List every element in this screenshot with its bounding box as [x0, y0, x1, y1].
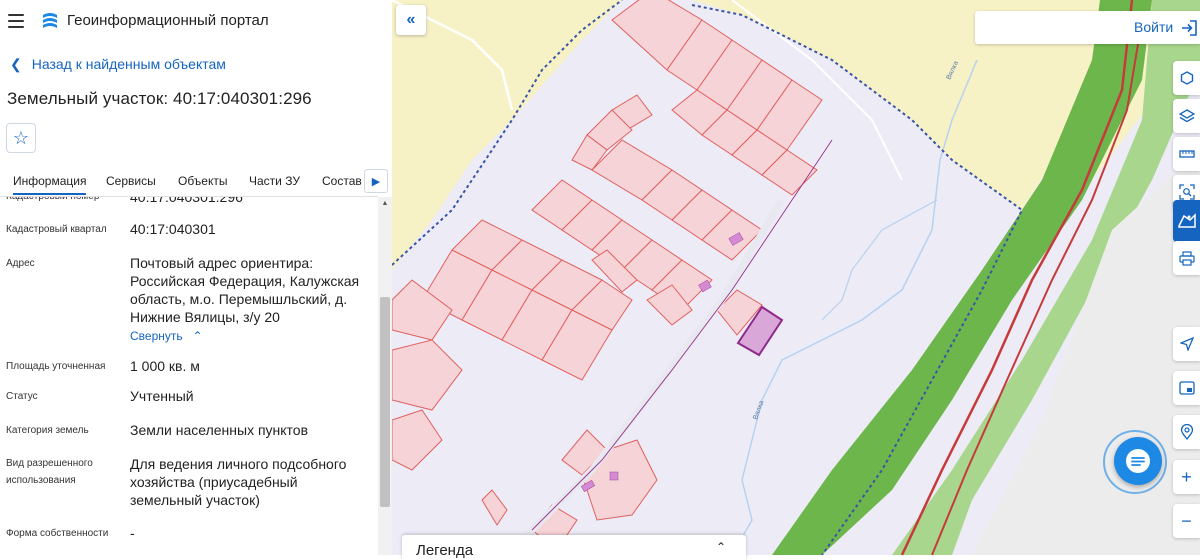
hexagon-tool-button[interactable] — [1173, 61, 1200, 95]
screen-tool-button[interactable] — [1173, 371, 1200, 405]
info-label: Кадастровый квартал — [6, 224, 107, 235]
info-label: Статус — [6, 391, 38, 402]
chevron-left-icon: ❮ — [10, 56, 22, 72]
login-icon[interactable] — [1180, 19, 1198, 37]
chevron-up-icon[interactable]: ⌃ — [716, 540, 726, 554]
select-area-icon — [1178, 184, 1195, 200]
screen-icon — [1178, 381, 1195, 395]
scroll-thumb[interactable] — [380, 297, 390, 507]
page-title: Земельный участок: 40:17:040301:296 — [7, 89, 312, 108]
hamburger-icon[interactable] — [8, 14, 24, 28]
info-label: Вид разрешенного использования — [6, 458, 93, 486]
tabs-next-button[interactable]: ▶ — [364, 169, 388, 193]
river-label: Вялка — [752, 400, 765, 421]
login-button[interactable]: Войти — [1134, 19, 1173, 35]
pin-search-icon — [1180, 424, 1193, 440]
zoom-out-button[interactable]: − — [1173, 504, 1200, 538]
info-value: Для ведения личного подсобного хозяйства… — [130, 456, 347, 508]
ruler-icon — [1178, 150, 1195, 158]
chat-button[interactable] — [1114, 437, 1162, 485]
portal-title: Геоинформационный портал — [67, 12, 269, 29]
legend-title: Легенда — [416, 542, 474, 559]
zoom-out-icon: − — [1181, 510, 1192, 531]
back-to-results-link[interactable]: ❮ Назад к найденным объектам — [10, 56, 226, 73]
print-tool-button[interactable] — [1173, 241, 1200, 275]
panel-header: Геоинформационный портал — [0, 0, 392, 44]
info-value: Учтенный — [130, 388, 194, 404]
info-label: Площадь уточненная — [6, 361, 106, 372]
info-label: Адрес — [6, 258, 35, 269]
favorite-button[interactable]: ☆ — [6, 123, 36, 153]
river-line — [821, 199, 938, 321]
info-value: 40:17:040301 — [130, 221, 216, 237]
tab-objects[interactable]: Объекты — [178, 174, 228, 188]
tab-information[interactable]: Информация — [13, 174, 87, 195]
collapse-panel-button[interactable]: « — [396, 5, 426, 35]
info-value: 40:17:040301:296 — [130, 197, 243, 205]
info-label: Категория земель — [6, 425, 89, 436]
info-value: Почтовый адрес ориентира: Российская Фед… — [130, 255, 360, 325]
side-panel: Геоинформационный портал ❮ Назад к найден… — [0, 0, 392, 555]
zoom-in-button[interactable]: + — [1173, 460, 1200, 494]
collapse-label: Свернуть — [130, 329, 183, 343]
layers-tool-button[interactable] — [1173, 99, 1200, 133]
scroll-up-arrow-icon[interactable]: ▲ — [378, 200, 392, 207]
star-icon: ☆ — [12, 127, 30, 148]
tab-composition[interactable]: Состав — [322, 174, 362, 188]
hexagon-icon — [1180, 71, 1193, 85]
collapse-link[interactable]: Свернуть ⌃ — [130, 326, 365, 345]
chevron-right-icon: ▶ — [371, 175, 381, 188]
legend-panel[interactable]: Легенда ⌃ — [402, 535, 746, 560]
info-label: Форма собственности — [6, 528, 109, 539]
tab-parcel-parts[interactable]: Части ЗУ — [249, 174, 300, 188]
info-value: 1 000 кв. м — [130, 358, 200, 374]
panel-scrollbar[interactable]: ▲ — [378, 197, 392, 555]
info-value: - — [130, 525, 135, 541]
info-value: Земли населенных пунктов — [130, 422, 309, 438]
info-label: Кадастровый номер — [6, 197, 121, 205]
layers-icon — [1178, 109, 1195, 123]
chat-icon — [1126, 449, 1150, 473]
basemap-icon — [1177, 213, 1196, 228]
back-link-label: Назад к найденным объектам — [31, 56, 226, 72]
pin-search-tool-button[interactable] — [1173, 415, 1200, 449]
info-list: Кадастровый номер 40:17:040301:296 Кадас… — [0, 197, 378, 555]
zoom-in-icon: + — [1181, 466, 1192, 487]
print-icon — [1178, 250, 1195, 266]
map-view[interactable]: Вялка Вялка — [392, 0, 1200, 555]
basemap-tool-button[interactable] — [1173, 200, 1200, 242]
map-canvas[interactable]: Вялка Вялка — [392, 0, 1200, 555]
chevron-up-icon: ⌃ — [192, 329, 203, 343]
portal-logo-icon — [43, 13, 57, 28]
locate-icon — [1179, 337, 1194, 351]
ruler-tool-button[interactable] — [1173, 137, 1200, 171]
building — [609, 471, 619, 481]
tab-services[interactable]: Сервисы — [106, 174, 156, 188]
login-bar: Войти — [975, 11, 1200, 44]
double-chevron-left-icon: « — [406, 11, 416, 28]
locate-tool-button[interactable] — [1173, 327, 1200, 361]
tab-bar: Информация Сервисы Объекты Части ЗУ Сост… — [0, 167, 392, 197]
